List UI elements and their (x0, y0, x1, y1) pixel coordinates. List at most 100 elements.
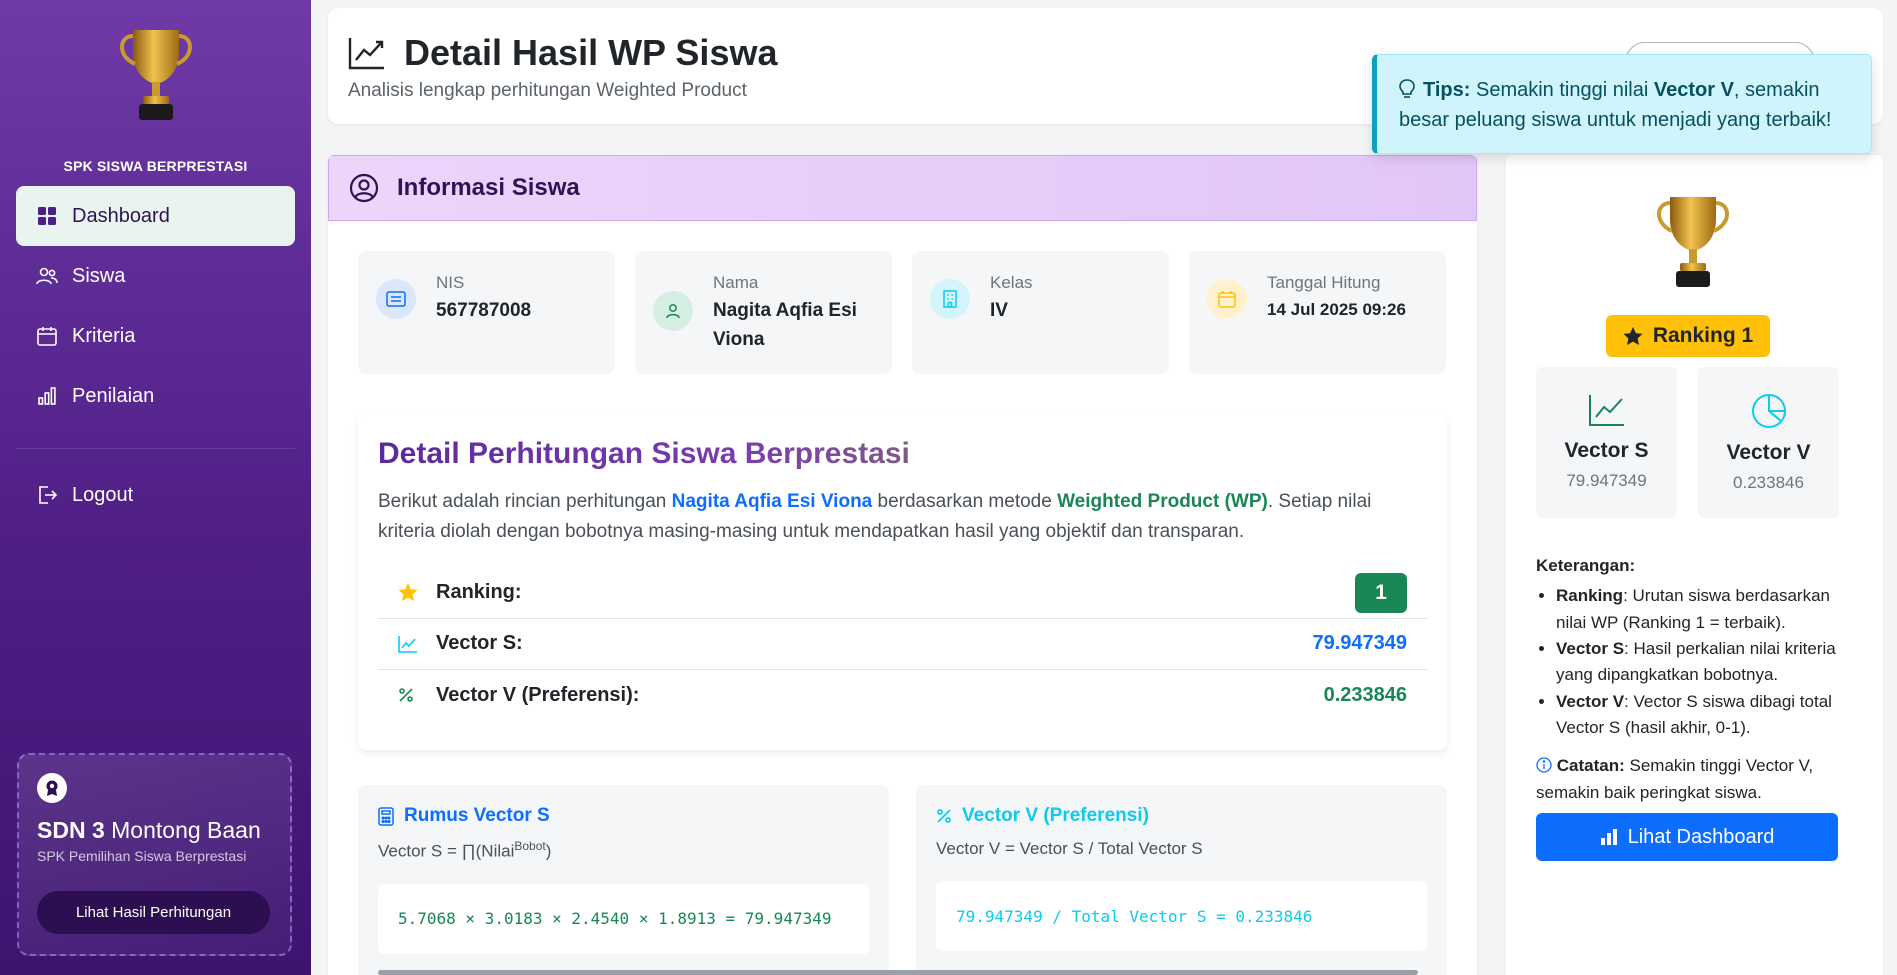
school-name: SDN 3 Montong Baan (37, 817, 272, 844)
sidebar-item-label: Dashboard (72, 204, 170, 227)
list-item: Vector V: Vector S siswa dibagi total Ve… (1556, 689, 1856, 742)
sidebar-nav: Dashboard Siswa Kriteria Penilaian Logou… (0, 186, 311, 525)
vector-v-value: 0.233846 (1733, 473, 1804, 492)
notes-list: Ranking: Urutan siswa berdasarkan nilai … (1536, 583, 1856, 741)
rank-label: Ranking 1 (1652, 324, 1754, 347)
list-item: Ranking: Urutan siswa berdasarkan nilai … (1556, 583, 1856, 636)
calculation-detail: Detail Perhitungan Siswa Berprestasi Ber… (358, 415, 1447, 750)
formula-header: Vector V (Preferensi) (936, 805, 1427, 827)
note-term: Vector V (1556, 691, 1625, 711)
notes-title: Keterangan: (1536, 556, 1636, 575)
brand: SPK SISWA BERPRESTASI (0, 0, 311, 174)
note-term: Ranking (1556, 586, 1624, 606)
detail-description: Berikut adalah rincian perhitungan Nagit… (378, 487, 1427, 548)
id-card-icon (376, 279, 416, 319)
vector-v-box: Vector V 0.233846 (1698, 367, 1839, 518)
stat-label: Vector S: (436, 632, 523, 655)
award-icon (37, 773, 67, 803)
trophy-icon (1657, 197, 1729, 287)
percent-icon (398, 687, 420, 703)
grid-icon (36, 205, 58, 227)
nav-divider (16, 448, 295, 449)
brand-title: SPK SISWA BERPRESTASI (63, 158, 248, 174)
page-title: Detail Hasil WP Siswa (404, 32, 778, 73)
dashboard-button-label: Lihat Dashboard (1627, 825, 1775, 848)
building-icon (930, 279, 970, 319)
chart-line-icon (398, 635, 420, 653)
stat-label: Ranking: (436, 581, 522, 604)
formula-vector-s: Rumus Vector S Vector S = ∏(NilaiBobot) … (358, 785, 889, 975)
vector-s-value: 79.947349 (1566, 471, 1647, 490)
formula-text: Vector S = ∏(Nilai (378, 841, 515, 861)
sidebar-item-siswa[interactable]: Siswa (16, 246, 295, 306)
bar-chart-icon (36, 385, 58, 407)
ranking-card: Ranking 1 Vector S 79.947349 Vector V 0.… (1506, 155, 1883, 975)
tips-label: Tips: (1423, 79, 1471, 101)
sidebar-item-kriteria[interactable]: Kriteria (16, 306, 295, 366)
detail-text: Berikut adalah rincian perhitungan (378, 491, 667, 512)
tips-alert: Tips: Semakin tinggi nilai Vector V, sem… (1372, 54, 1872, 154)
stat-vector-v: Vector V (Preferensi): 0.233846 (378, 670, 1427, 721)
stat-value: 0.233846 (1323, 683, 1407, 706)
info-nis: NIS 567787008 (358, 251, 615, 374)
note-term: Vector S (1556, 639, 1625, 659)
notes-section: Keterangan: Ranking: Urutan siswa berdas… (1536, 553, 1856, 806)
sidebar: SPK SISWA BERPRESTASI Dashboard Siswa Kr… (0, 0, 311, 975)
logout-link[interactable]: Logout (16, 465, 295, 525)
formula-vector-v: Vector V (Preferensi) Vector V = Vector … (916, 785, 1447, 975)
page-subtitle: Analisis lengkap perhitungan Weighted Pr… (348, 80, 747, 101)
info-label: Kelas (990, 273, 1033, 292)
calendar-icon (1207, 279, 1247, 319)
school-name-rest: Montong Baan (111, 817, 261, 843)
info-tanggal: Tanggal Hitung 14 Jul 2025 09:26 (1189, 251, 1446, 374)
info-icon (1536, 757, 1552, 774)
formula-header: Rumus Vector S (378, 805, 869, 827)
tips-highlight: Vector V (1653, 79, 1734, 101)
trophy-icon (119, 30, 192, 120)
student-info-card: Informasi Siswa NIS 567787008 Nama Nagita … (328, 155, 1477, 975)
formula-expression: Vector V = Vector S / Total Vector S (936, 839, 1203, 858)
chart-line-icon (348, 38, 384, 70)
formula-title: Rumus Vector S (404, 805, 550, 826)
tips-text-1: Semakin tinggi nilai (1475, 79, 1649, 101)
chart-line-icon (1536, 393, 1677, 427)
info-label: NIS (436, 273, 465, 292)
school-name-bold: SDN 3 (37, 817, 105, 843)
stat-value: 79.947349 (1312, 632, 1407, 655)
formula-text: ) (545, 841, 552, 861)
calendar-icon (36, 325, 58, 347)
formula-calculation: 79.947349 / Total Vector S = 0.233846 (936, 881, 1427, 951)
sidebar-item-dashboard[interactable]: Dashboard (16, 186, 295, 246)
info-row: NIS 567787008 Nama Nagita Aqfia Esi Viona … (358, 251, 1446, 374)
stat-label: Vector V (Preferensi): (436, 683, 640, 706)
bar-chart-icon (1600, 829, 1617, 845)
catatan-label: Catatan: (1556, 756, 1625, 776)
school-subtitle: SPK Pemilihan Siswa Berprestasi (37, 848, 247, 864)
page-title-row: Detail Hasil WP Siswa (348, 32, 777, 74)
catatan: Catatan: Semakin tinggi Vector V, semaki… (1536, 753, 1856, 806)
vector-v-title: Vector V (1726, 441, 1811, 464)
logout-icon (36, 484, 58, 506)
sidebar-item-label: Siswa (72, 264, 126, 287)
view-dashboard-button[interactable]: Lihat Dashboard (1536, 813, 1838, 861)
stats-list: Ranking: 1 Vector S: 79.947349 Vector V … (378, 568, 1427, 721)
sidebar-item-label: Kriteria (72, 324, 136, 347)
info-value: Nagita Aqfia Esi Viona (713, 300, 857, 350)
view-results-button[interactable]: Lihat Hasil Perhitungan (37, 891, 270, 934)
percent-icon (937, 809, 951, 823)
method-highlight: Weighted Product (WP) (1057, 491, 1268, 512)
horizontal-scrollbar[interactable] (378, 970, 1418, 975)
sidebar-item-penilaian[interactable]: Penilaian (16, 366, 295, 426)
sidebar-item-label: Penilaian (72, 384, 155, 407)
detail-text: berdasarkan metode (877, 491, 1052, 512)
vector-s-box: Vector S 79.947349 (1536, 367, 1677, 518)
formula-title: Vector V (Preferensi) (962, 805, 1149, 826)
person-icon (653, 291, 693, 331)
rank-value-badge: 1 (1355, 572, 1407, 613)
card-title: Informasi Siswa (397, 174, 580, 201)
info-nama: Nama Nagita Aqfia Esi Viona (635, 251, 892, 374)
card-header: Informasi Siswa (328, 155, 1477, 221)
list-item: Vector S: Hasil perkalian nilai kriteria… (1556, 636, 1856, 689)
vector-s-title: Vector S (1564, 439, 1649, 462)
formula-calculation: 5.7068 × 3.0183 × 2.4540 × 1.8913 = 79.9… (378, 883, 869, 954)
